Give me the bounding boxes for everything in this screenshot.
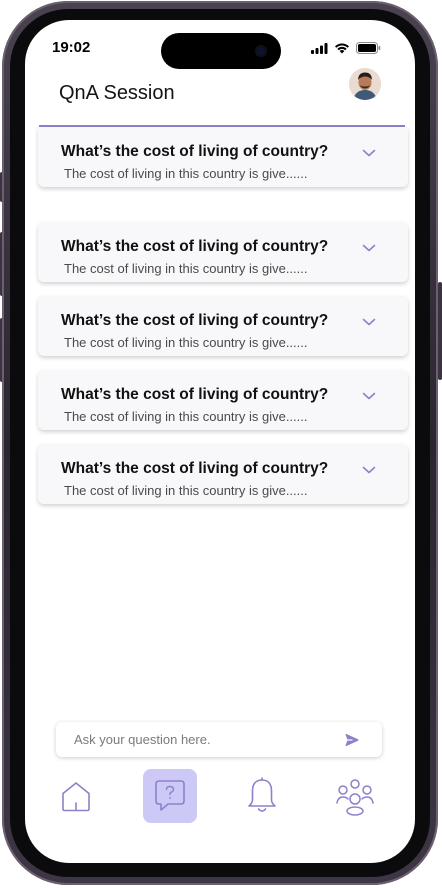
chevron-down-icon[interactable] — [362, 317, 376, 327]
qna-question: What’s the cost of living of country? — [61, 143, 329, 160]
home-icon — [62, 782, 90, 812]
qna-answer-preview: The cost of living in this country is gi… — [64, 166, 308, 181]
qna-question: What’s the cost of living of country? — [61, 460, 329, 477]
wifi-icon — [335, 43, 349, 54]
signal-icon — [311, 42, 328, 54]
qna-item[interactable]: What’s the cost of living of country? Th… — [38, 444, 408, 504]
qna-question: What’s the cost of living of country? — [61, 386, 329, 403]
battery-icon — [356, 42, 381, 54]
qna-question: What’s the cost of living of country? — [61, 312, 329, 329]
nav-notifications[interactable] — [235, 769, 289, 823]
page-title: QnA Session — [59, 82, 175, 104]
qna-item[interactable]: What’s the cost of living of country? Th… — [38, 296, 408, 356]
qna-answer-preview: The cost of living in this country is gi… — [64, 335, 308, 350]
send-icon[interactable] — [344, 732, 360, 748]
nav-home[interactable] — [49, 769, 103, 823]
avatar[interactable] — [349, 68, 381, 100]
qna-item[interactable]: What’s the cost of living of country? Th… — [38, 222, 408, 282]
dynamic-island — [161, 33, 281, 69]
nav-community[interactable] — [328, 769, 382, 823]
qna-answer-preview: The cost of living in this country is gi… — [64, 261, 308, 276]
chevron-down-icon[interactable] — [362, 391, 376, 401]
qna-answer-preview: The cost of living in this country is gi… — [64, 483, 308, 498]
community-icon — [336, 779, 374, 816]
bottom-nav — [25, 769, 415, 825]
question-chat-icon — [155, 780, 185, 811]
qna-item[interactable]: What’s the cost of living of country? Th… — [38, 370, 408, 430]
qna-question: What’s the cost of living of country? — [61, 238, 329, 255]
ask-question-input[interactable] — [74, 722, 324, 757]
bell-icon — [248, 777, 276, 812]
qna-answer-preview: The cost of living in this country is gi… — [64, 409, 308, 424]
chevron-down-icon[interactable] — [362, 465, 376, 475]
chevron-down-icon[interactable] — [362, 148, 376, 158]
app-screen: 19:02 QnA Session What’s the cost of liv… — [25, 20, 415, 863]
avatar-image — [349, 68, 381, 100]
chevron-down-icon[interactable] — [362, 243, 376, 253]
qna-item[interactable]: What’s the cost of living of country? Th… — [38, 127, 408, 187]
camera-icon — [255, 45, 267, 57]
power-button — [438, 282, 442, 380]
status-icons — [311, 42, 381, 54]
nav-qna[interactable] — [143, 769, 197, 823]
phone-mockup: 19:02 QnA Session What’s the cost of liv… — [0, 0, 442, 888]
ask-question-bar — [56, 722, 382, 757]
status-time: 19:02 — [52, 39, 91, 56]
